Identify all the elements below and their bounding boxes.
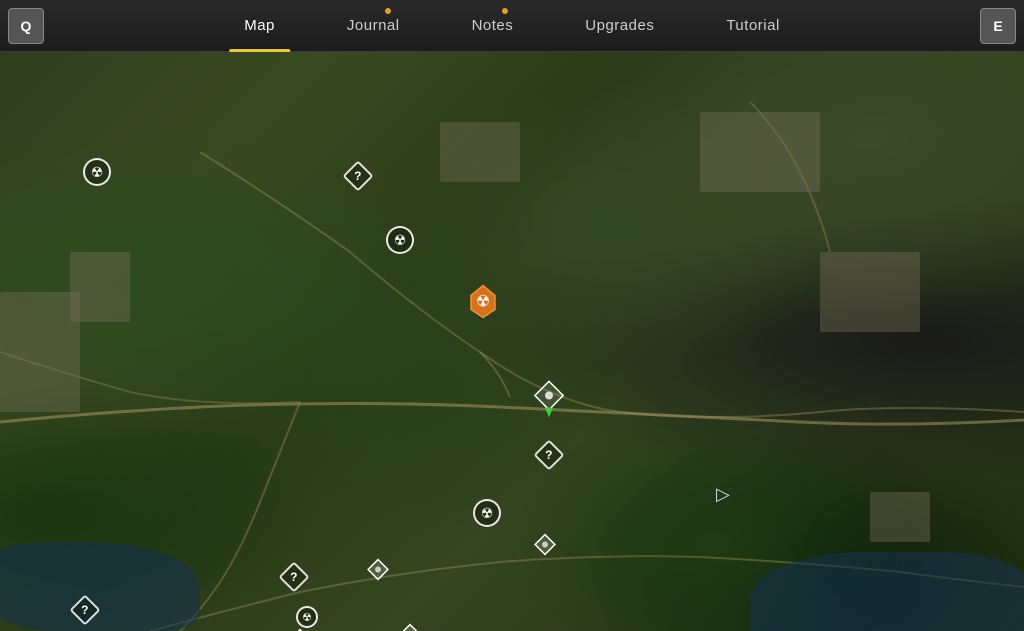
radiation-marker-2[interactable]: ☢ [386, 226, 414, 254]
radiation-cluster[interactable]: ☢ [296, 606, 318, 628]
buildings-bottom-right-area [870, 492, 930, 542]
question-marker-2[interactable]: ? [538, 444, 560, 466]
tab-tutorial[interactable]: Tutorial [690, 0, 815, 52]
map-canvas[interactable]: ☢ ☢ ☢ ? ? ? [0, 52, 1024, 631]
nav-tabs: Map Journal Notes Upgrades Tutorial [52, 0, 972, 52]
diamond-marker-2[interactable] [399, 624, 421, 631]
tab-map[interactable]: Map [208, 0, 311, 52]
water-bottom-left [0, 542, 200, 631]
question-marker-3[interactable]: ? [283, 566, 305, 588]
key-e-button[interactable]: E [980, 8, 1016, 44]
buildings-left [0, 292, 80, 412]
water-bottom-right [750, 552, 1024, 631]
question-marker-1[interactable]: ? [347, 165, 369, 187]
nav-destination-marker[interactable] [533, 380, 565, 425]
buildings-top-center [440, 122, 520, 182]
app-container: Q Map Journal Notes Upgrades Tutorial E [0, 0, 1024, 631]
buildings-top-right [700, 112, 820, 192]
navigation-bar: Q Map Journal Notes Upgrades Tutorial E [0, 0, 1024, 52]
question-marker-4[interactable]: ? [74, 599, 96, 621]
buildings-right-mid [820, 252, 920, 332]
notes-dot-indicator [502, 8, 508, 14]
tab-notes[interactable]: Notes [436, 0, 550, 52]
svg-text:☢: ☢ [476, 294, 490, 311]
map-fog-overlay [844, 52, 1024, 252]
buildings-center-left [70, 252, 130, 322]
player-marker[interactable]: ☢ [461, 280, 505, 329]
key-q-button[interactable]: Q [8, 8, 44, 44]
radiation-marker-1[interactable]: ☢ [83, 158, 111, 186]
journal-dot-indicator [385, 8, 391, 14]
diamond-marker-1[interactable] [367, 559, 389, 586]
tab-upgrades[interactable]: Upgrades [549, 0, 690, 52]
radiation-marker-3[interactable]: ☢ [473, 499, 501, 527]
tab-journal[interactable]: Journal [311, 0, 436, 52]
map-cursor: ▷ [716, 484, 730, 505]
diamond-marker-4[interactable] [534, 534, 556, 561]
map-area[interactable]: ☢ ☢ ☢ ? ? ? [0, 52, 1024, 631]
